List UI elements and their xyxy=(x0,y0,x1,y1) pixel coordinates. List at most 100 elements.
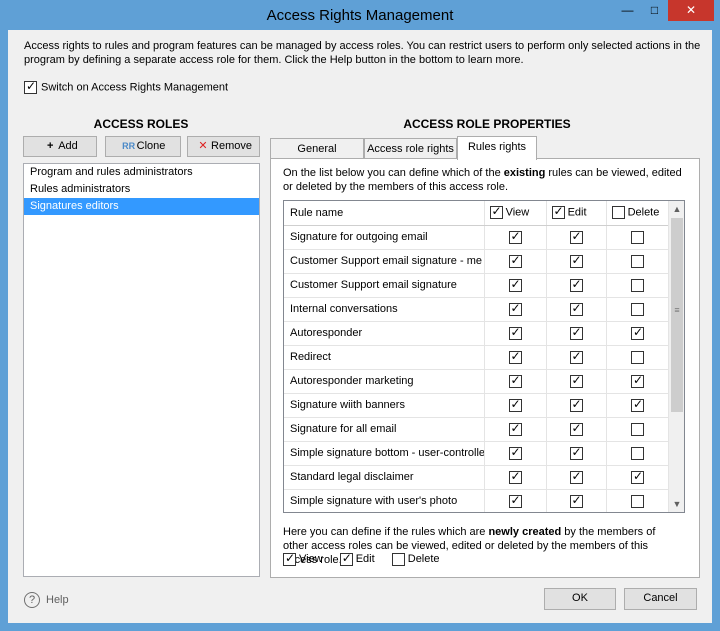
grid-body: Signature for outgoing emailCustomer Sup… xyxy=(284,225,670,512)
switch-access-rights[interactable]: Switch on Access Rights Management xyxy=(24,79,228,94)
scroll-thumb[interactable]: ≡ xyxy=(671,218,683,412)
edit-cell xyxy=(546,249,607,274)
role-item[interactable]: Program and rules administrators xyxy=(24,164,259,181)
view-checkbox[interactable] xyxy=(508,301,522,316)
edit-checkbox[interactable] xyxy=(569,397,583,412)
scroll-up-arrow-icon[interactable]: ▲ xyxy=(669,201,684,217)
table-row[interactable]: Signature wiith banners xyxy=(284,393,670,418)
new-view-checkbox[interactable] xyxy=(283,551,296,566)
delete-checkbox[interactable] xyxy=(631,469,644,484)
edit-checkbox[interactable] xyxy=(569,277,583,292)
view-checkbox[interactable] xyxy=(508,373,522,388)
table-row[interactable]: Standard legal disclaimer xyxy=(284,465,670,490)
ok-button[interactable]: OK xyxy=(544,588,616,610)
access-role-properties-heading: ACCESS ROLE PROPERTIES xyxy=(403,117,571,131)
edit-checkbox[interactable] xyxy=(569,325,583,340)
edit-checkbox[interactable] xyxy=(569,421,583,436)
edit-checkbox[interactable] xyxy=(569,493,583,508)
col-edit[interactable]: Edit xyxy=(546,201,607,226)
edit-checkbox[interactable] xyxy=(569,445,583,460)
add-role-button[interactable]: + Add xyxy=(23,136,97,157)
delete-checkbox[interactable] xyxy=(631,302,644,316)
table-row[interactable]: Customer Support email signature xyxy=(284,273,670,298)
tab-access-role-rights[interactable]: Access role rights xyxy=(364,138,457,160)
remove-role-label: Remove xyxy=(211,140,252,152)
view-cell xyxy=(484,345,547,370)
delete-checkbox[interactable] xyxy=(631,397,644,412)
col-view[interactable]: View xyxy=(484,201,547,226)
table-row[interactable]: Autoresponder marketing xyxy=(284,369,670,394)
edit-checkbox[interactable] xyxy=(569,349,583,364)
view-checkbox[interactable] xyxy=(508,325,522,340)
clone-icon: RR xyxy=(122,141,136,151)
role-item-selected[interactable]: Signatures editors xyxy=(24,198,259,215)
help-link[interactable]: ? Help xyxy=(24,592,69,608)
delete-checkbox[interactable] xyxy=(631,446,644,460)
edit-cell xyxy=(546,225,607,250)
edit-all-checkbox[interactable] xyxy=(551,204,565,220)
role-item[interactable]: Rules administrators xyxy=(24,181,259,198)
new-delete-checkbox[interactable] xyxy=(391,553,405,566)
rule-name-cell: Standard legal disclaimer xyxy=(284,465,485,490)
new-edit-checkbox[interactable] xyxy=(339,551,353,566)
table-row[interactable]: Internal conversations xyxy=(284,297,670,322)
minimize-button[interactable]: — xyxy=(614,0,641,21)
rule-name-cell: Signature for outgoing email xyxy=(284,225,485,250)
title-bar[interactable]: Access Rights Management — □ ✕ xyxy=(0,0,720,30)
view-checkbox[interactable] xyxy=(508,421,522,436)
close-button[interactable]: ✕ xyxy=(668,0,714,21)
view-checkbox[interactable] xyxy=(508,445,522,460)
delete-all-checkbox[interactable] xyxy=(611,206,625,220)
view-checkbox[interactable] xyxy=(508,229,522,244)
clone-role-button[interactable]: RR Clone xyxy=(105,136,181,157)
view-checkbox[interactable] xyxy=(508,469,522,484)
delete-checkbox[interactable] xyxy=(631,422,644,436)
cancel-button[interactable]: Cancel xyxy=(624,588,697,610)
scroll-down-arrow-icon[interactable]: ▼ xyxy=(669,496,684,512)
col-delete[interactable]: Delete xyxy=(606,201,670,226)
intro-text: Access rights to rules and program featu… xyxy=(24,40,701,66)
delete-checkbox[interactable] xyxy=(631,494,644,508)
help-question-icon: ? xyxy=(24,592,40,608)
table-row[interactable]: Simple signature bottom - user-controlle xyxy=(284,441,670,466)
delete-checkbox[interactable] xyxy=(631,278,644,292)
maximize-button[interactable]: □ xyxy=(641,0,668,21)
view-checkbox[interactable] xyxy=(508,277,522,292)
edit-checkbox[interactable] xyxy=(569,373,583,388)
edit-cell xyxy=(546,489,607,512)
delete-checkbox[interactable] xyxy=(631,350,644,364)
view-checkbox[interactable] xyxy=(508,253,522,268)
edit-cell xyxy=(546,465,607,490)
access-roles-list[interactable]: Program and rules administrators Rules a… xyxy=(23,163,260,577)
edit-checkbox[interactable] xyxy=(569,253,583,268)
rules-rights-grid[interactable]: Rule name View Edit Delete Signature for… xyxy=(283,200,685,513)
table-row[interactable]: Customer Support email signature - me xyxy=(284,249,670,274)
delete-checkbox[interactable] xyxy=(631,325,644,340)
tab-general[interactable]: General xyxy=(270,138,364,160)
table-row[interactable]: Signature for outgoing email xyxy=(284,225,670,250)
table-row[interactable]: Autoresponder xyxy=(284,321,670,346)
remove-role-button[interactable]: ✕ Remove xyxy=(187,136,260,157)
delete-checkbox[interactable] xyxy=(631,230,644,244)
col-view-label: View xyxy=(505,206,530,219)
delete-cell xyxy=(606,297,670,322)
table-row[interactable]: Signature for all email xyxy=(284,417,670,442)
new-delete-label: Delete xyxy=(407,553,440,566)
table-row[interactable]: Simple signature with user's photo xyxy=(284,489,670,512)
edit-checkbox[interactable] xyxy=(569,469,583,484)
view-checkbox[interactable] xyxy=(508,349,522,364)
view-all-checkbox[interactable] xyxy=(489,204,503,220)
grid-header-row: Rule name View Edit Delete xyxy=(284,201,670,226)
tab-rules-rights[interactable]: Rules rights xyxy=(457,136,537,160)
table-row[interactable]: Redirect xyxy=(284,345,670,370)
switch-checkbox[interactable] xyxy=(24,79,37,94)
edit-cell xyxy=(546,393,607,418)
view-checkbox[interactable] xyxy=(508,397,522,412)
edit-checkbox[interactable] xyxy=(569,229,583,244)
grid-vertical-scrollbar[interactable]: ▲ ≡ ▼ xyxy=(668,201,684,512)
view-checkbox[interactable] xyxy=(508,493,522,508)
rule-name-cell: Simple signature with user's photo xyxy=(284,489,485,512)
edit-checkbox[interactable] xyxy=(569,301,583,316)
delete-checkbox[interactable] xyxy=(631,254,644,268)
delete-checkbox[interactable] xyxy=(631,373,644,388)
